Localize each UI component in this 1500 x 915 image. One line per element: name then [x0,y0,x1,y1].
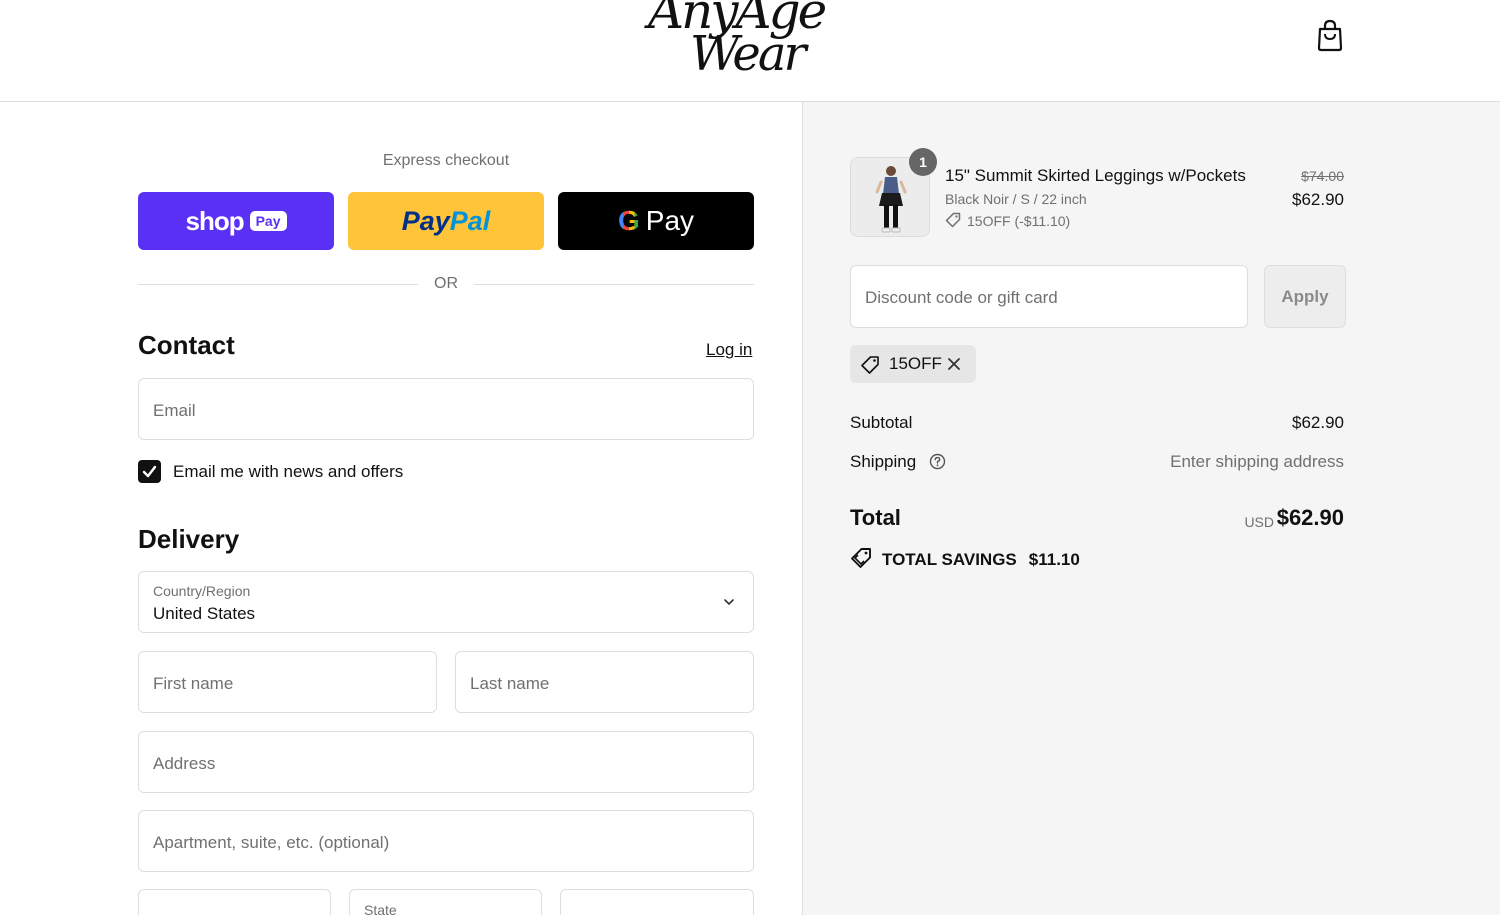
shipping-label: Shipping [850,452,917,471]
apartment-field[interactable]: Apartment, suite, etc. (optional) [138,810,754,872]
paypal-word-1: Pay [401,205,450,236]
checkmark-icon [142,465,157,478]
first-name-field[interactable]: First name [138,651,437,713]
shop-pay-chip: Pay [249,211,287,231]
product-variant: Black Noir / S / 22 inch [945,191,1087,207]
paypal-word-2: Pal [449,205,491,236]
applied-code-text: 15OFF [889,354,942,373]
close-icon[interactable] [946,356,962,372]
total-savings: TOTAL SAVINGS $11.10 [850,547,1080,570]
google-pay-button[interactable]: G Pay [558,192,754,250]
product-discount-text: 15OFF (-$11.10) [967,213,1071,229]
order-summary: 1 15" Summit Skirted Leggings w/Pockets … [802,102,1500,915]
help-circle-icon[interactable] [929,453,946,470]
savings-value: $11.10 [1028,550,1080,569]
total-value: $62.90 [1276,505,1344,530]
applied-discount-chip: 15OFF [850,345,976,383]
email-placeholder: Email [153,401,196,420]
discount-tag-icon [861,356,879,374]
currency-code: USD [1244,514,1274,530]
checkout-form: Express checkout shop Pay Pay Pal G Pay O… [0,102,802,915]
chevron-down-icon [724,599,734,606]
apply-button[interactable]: Apply [1264,265,1346,328]
product-discount: 15OFF (-$11.10) [945,212,1070,229]
last-name-placeholder: Last name [470,674,550,693]
header: AnyAge Wear [0,0,1500,102]
newsletter-checkbox-row[interactable]: Email me with news and offers [138,460,538,484]
logo-line-2: Wear [690,26,806,82]
savings-label: TOTAL SAVINGS [882,550,1017,569]
quantity-badge: 1 [909,148,937,176]
delivery-title: Delivery [138,524,240,554]
discount-code-input[interactable]: Discount code or gift card [850,265,1248,328]
item-price: $62.90 [1292,190,1344,209]
savings-tag-icon [851,548,871,568]
store-logo[interactable]: AnyAge Wear [648,0,838,82]
total-label: Total [850,505,901,530]
or-text: OR [434,275,458,292]
subtotal-label: Subtotal [850,413,913,432]
newsletter-label: Email me with news and offers [173,462,404,481]
login-link[interactable]: Log in [706,340,752,360]
state-label: State [364,902,397,915]
or-divider: OR [138,274,754,294]
shopping-bag-icon[interactable] [1314,18,1346,52]
product-name: 15" Summit Skirted Leggings w/Pockets [945,166,1246,185]
email-field[interactable]: Email [138,378,754,440]
first-name-placeholder: First name [153,674,234,693]
address-field[interactable]: Address [138,731,754,793]
shipping-value: Enter shipping address [1170,452,1344,471]
country-select[interactable]: Country/Region United States [138,571,754,633]
contact-title: Contact [138,330,235,360]
country-value: United States [153,604,256,623]
apartment-placeholder: Apartment, suite, etc. (optional) [153,833,390,852]
shipping-row-label: Shipping [850,452,946,472]
country-label: Country/Region [153,583,251,599]
discount-tag-icon [945,212,961,228]
city-field[interactable] [138,889,331,915]
shop-pay-button[interactable]: shop Pay [138,192,334,250]
subtotal-value: $62.90 [1292,413,1344,432]
state-select[interactable]: State [349,889,542,915]
google-pay-word: Pay [645,205,695,236]
original-price: $74.00 [1301,168,1344,184]
shop-pay-word: shop [185,205,244,236]
newsletter-checkbox[interactable] [138,460,161,483]
last-name-field[interactable]: Last name [455,651,754,713]
express-checkout-title: Express checkout [382,152,510,169]
paypal-button[interactable]: Pay Pal [348,192,544,250]
google-g-icon: G [617,205,640,236]
address-placeholder: Address [153,754,216,773]
discount-code-placeholder: Discount code or gift card [865,288,1058,307]
zip-field[interactable] [560,889,754,915]
